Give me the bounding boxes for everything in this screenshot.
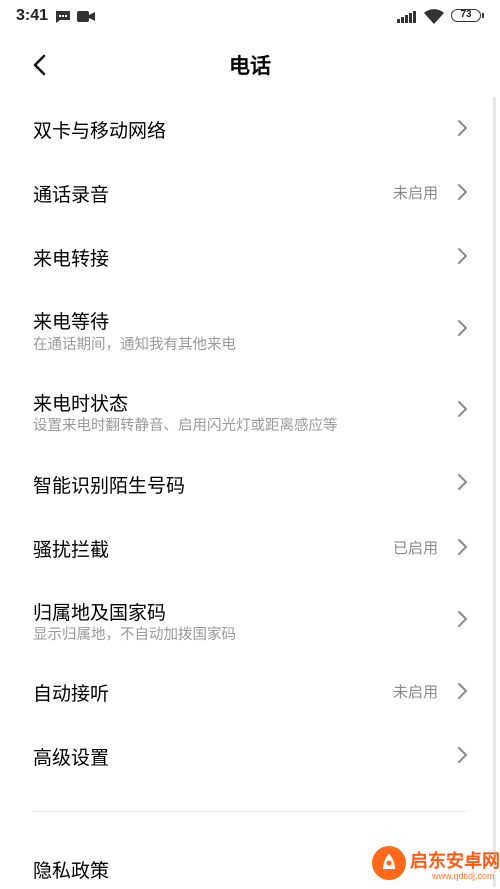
setting-title: 隐私政策 [33, 860, 110, 882]
setting-incoming-call-state[interactable]: 来电时状态 设置来电时翻转静音、启用闪光灯或距离感应等 [0, 368, 500, 450]
chevron-right-icon [458, 184, 467, 200]
watermark-url: www.qdtidj.com [432, 871, 495, 881]
battery-indicator: 73 [451, 9, 481, 22]
chevron-right-icon [458, 248, 467, 264]
setting-dual-sim-network[interactable]: 双卡与移动网络 [0, 96, 500, 160]
section-divider [33, 811, 468, 812]
chevron-right-icon [458, 320, 467, 336]
scrollbar[interactable] [493, 97, 496, 887]
chevron-right-icon [458, 539, 467, 555]
setting-subtitle: 在通话期间，通知我有其他来电 [33, 337, 236, 353]
setting-status: 未启用 [392, 683, 438, 701]
setting-advanced[interactable]: 高级设置 [0, 723, 500, 787]
setting-title: 自动接听 [33, 683, 110, 705]
setting-location-country-code[interactable]: 归属地及国家码 显示归属地，不自动加拨国家码 [0, 579, 500, 659]
status-bar: 3:41 73 [0, 0, 500, 34]
chevron-right-icon [458, 474, 467, 490]
setting-spam-blocking[interactable]: 骚扰拦截 已启用 [0, 515, 500, 579]
header: 电话 [0, 36, 500, 94]
setting-title: 高级设置 [33, 747, 110, 769]
setting-title: 来电转接 [33, 248, 110, 270]
chevron-right-icon [458, 611, 467, 627]
setting-subtitle: 显示归属地，不自动加拨国家码 [33, 627, 236, 643]
chevron-right-icon [458, 120, 467, 136]
message-icon [56, 11, 70, 23]
battery-tip [482, 13, 484, 18]
chevron-right-icon [458, 401, 467, 417]
setting-title: 双卡与移动网络 [33, 120, 167, 142]
setting-title: 来电时状态 [33, 393, 129, 415]
setting-call-forwarding[interactable]: 来电转接 [0, 224, 500, 288]
setting-title: 来电等待 [33, 311, 110, 333]
wifi-icon [424, 9, 444, 24]
watermark-logo-icon [383, 854, 395, 869]
setting-title: 骚扰拦截 [33, 539, 110, 561]
setting-status: 已启用 [392, 539, 438, 557]
setting-call-recording[interactable]: 通话录音 未启用 [0, 160, 500, 224]
setting-auto-answer[interactable]: 自动接听 未启用 [0, 659, 500, 723]
setting-status: 未启用 [392, 184, 438, 202]
video-camera-icon [77, 11, 95, 22]
signal-icon [397, 11, 416, 23]
watermark-logo [372, 846, 406, 880]
watermark-name: 启东安卓网 [410, 851, 500, 872]
setting-smart-caller-id[interactable]: 智能识别陌生号码 [0, 450, 500, 515]
chevron-right-icon [458, 683, 467, 699]
setting-subtitle: 设置来电时翻转静音、启用闪光灯或距离感应等 [33, 418, 338, 434]
chevron-right-icon [458, 747, 467, 763]
setting-title: 智能识别陌生号码 [33, 475, 186, 497]
setting-title: 归属地及国家码 [33, 602, 167, 624]
setting-call-waiting[interactable]: 来电等待 在通话期间，通知我有其他来电 [0, 288, 500, 368]
page-title: 电话 [229, 54, 271, 78]
status-time: 3:41 [16, 7, 49, 24]
setting-title: 通话录音 [33, 184, 110, 206]
